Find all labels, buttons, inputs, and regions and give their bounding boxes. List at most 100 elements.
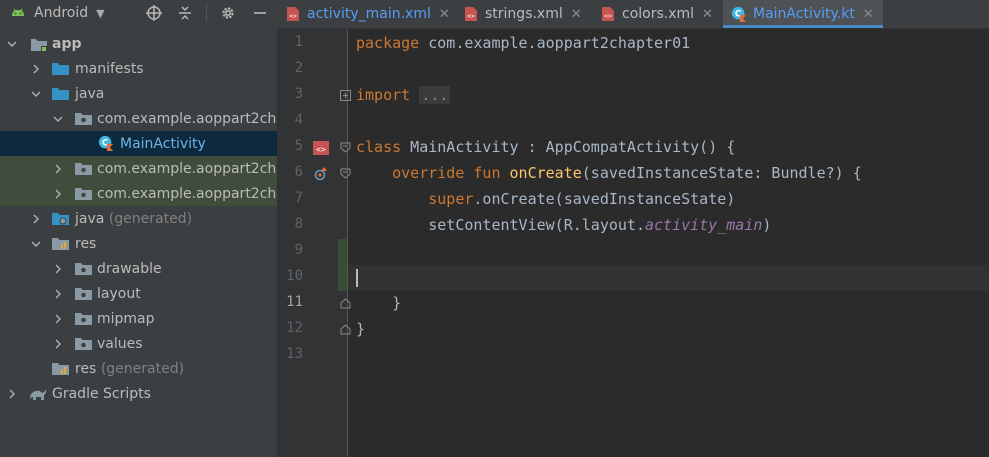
text-caret — [356, 269, 358, 287]
tree-item-label: com.example.aoppart2chap — [97, 110, 277, 127]
tree-item-values[interactable]: values — [0, 331, 277, 356]
fold-collapse-icon[interactable] — [340, 168, 351, 179]
chevron-down-icon[interactable] — [6, 38, 18, 50]
layout-file-link-icon[interactable]: <> — [312, 140, 330, 156]
tab-strings-xml[interactable]: <> strings.xml ✕ — [463, 0, 593, 28]
tree-item-label: mipmap — [97, 310, 155, 327]
code-line-6: class MainActivity : AppCompatActivity()… — [356, 138, 736, 156]
tree-item-label: res (generated) — [75, 360, 185, 377]
line-number: 4 — [294, 112, 303, 128]
tree-item-java[interactable]: java — [0, 81, 277, 106]
chevron-right-icon[interactable] — [52, 263, 64, 275]
line-number: 2 — [294, 60, 303, 76]
vcs-change-marker[interactable] — [338, 239, 347, 291]
tab-label: colors.xml — [622, 6, 695, 22]
collapse-all-icon[interactable] — [175, 3, 195, 23]
close-icon[interactable]: ✕ — [863, 7, 874, 22]
tree-item-label: java (generated) — [75, 210, 193, 227]
line-number: 6 — [294, 164, 303, 180]
tree-item-app[interactable]: app — [0, 31, 277, 56]
folder-icon — [75, 288, 92, 300]
locate-target-icon[interactable] — [144, 3, 164, 23]
chevron-down-icon[interactable] — [30, 88, 42, 100]
line-number: 3 — [294, 86, 303, 102]
line-number: 10 — [286, 268, 303, 284]
tree-item-res-generated[interactable]: res (generated) — [0, 356, 277, 381]
folder-icon — [75, 338, 92, 350]
svg-text:<>: <> — [316, 145, 326, 154]
kotlin-class-icon: C — [98, 135, 114, 151]
header-divider — [206, 4, 207, 22]
chevron-down-icon[interactable] — [52, 113, 64, 125]
line-number: 12 — [286, 320, 303, 336]
fold-collapse-icon[interactable] — [340, 142, 351, 153]
tree-item-manifests[interactable]: manifests — [0, 56, 277, 81]
folder-icon — [75, 313, 92, 325]
project-view-selector[interactable]: Android — [34, 5, 88, 21]
chevron-right-icon[interactable] — [6, 388, 18, 400]
resource-folder-icon — [52, 363, 69, 375]
tab-label: activity_main.xml — [307, 6, 431, 22]
code-line-9: setContentView(R.layout.activity_main) — [428, 216, 772, 234]
tree-item-label: com.example.aoppart2chap — [97, 160, 277, 177]
close-icon[interactable]: ✕ — [439, 7, 450, 22]
folded-imports[interactable]: ... — [419, 86, 451, 104]
gradle-icon — [30, 389, 47, 400]
chevron-right-icon[interactable] — [52, 338, 64, 350]
close-icon[interactable]: ✕ — [702, 7, 713, 22]
tree-item-label: manifests — [75, 60, 144, 77]
minimize-icon[interactable] — [250, 3, 270, 23]
tree-item-package-androidtest[interactable]: com.example.aoppart2chap — [0, 156, 277, 181]
tree-item-package[interactable]: com.example.aoppart2chap — [0, 106, 277, 131]
tab-label: MainActivity.kt — [753, 6, 855, 22]
fold-end-icon[interactable] — [340, 324, 351, 335]
svg-text:<>: <> — [467, 12, 475, 20]
tree-item-mipmap[interactable]: mipmap — [0, 306, 277, 331]
package-icon — [75, 188, 92, 200]
override-method-icon[interactable] — [313, 166, 329, 182]
tree-item-gradle-scripts[interactable]: Gradle Scripts — [0, 381, 277, 406]
tree-item-label: app — [52, 35, 82, 52]
editor-tab-bar: <> activity_main.xml ✕ <> strings.xml ✕ … — [277, 0, 989, 29]
fold-end-icon[interactable] — [340, 298, 351, 309]
tree-item-drawable[interactable]: drawable — [0, 256, 277, 281]
chevron-right-icon[interactable] — [52, 313, 64, 325]
module-folder-icon — [31, 39, 47, 52]
tab-activity-main-xml[interactable]: <> activity_main.xml ✕ — [285, 0, 455, 28]
tree-item-label: res — [75, 235, 97, 252]
android-icon — [12, 8, 24, 16]
tree-item-mainactivity[interactable]: C MainActivity — [0, 131, 277, 156]
tree-item-label: Gradle Scripts — [52, 385, 151, 402]
chevron-right-icon[interactable] — [52, 163, 64, 175]
resource-folder-icon — [52, 238, 69, 250]
tab-mainactivity-kt[interactable]: C MainActivity.kt ✕ — [723, 0, 883, 28]
tree-item-label: values — [97, 335, 143, 352]
tree-item-layout[interactable]: layout — [0, 281, 277, 306]
tab-colors-xml[interactable]: <> colors.xml ✕ — [600, 0, 720, 28]
line-number: 7 — [294, 190, 303, 206]
tree-item-java-generated[interactable]: java (generated) — [0, 206, 277, 231]
package-icon — [75, 163, 92, 175]
chevron-right-icon[interactable] — [52, 288, 64, 300]
chevron-right-icon[interactable] — [30, 213, 42, 225]
tree-item-label: layout — [97, 285, 141, 302]
svg-text:<>: <> — [289, 12, 297, 20]
code-line-13: } — [356, 320, 366, 338]
close-icon[interactable]: ✕ — [571, 7, 582, 22]
tree-item-label: java — [75, 85, 105, 102]
line-number: 8 — [294, 216, 303, 232]
folder-icon — [52, 63, 69, 75]
chevron-right-icon[interactable] — [30, 63, 42, 75]
code-line-3: import ... — [356, 86, 451, 104]
tree-item-res[interactable]: res — [0, 231, 277, 256]
code-line-8: super.onCreate(savedInstanceState) — [428, 190, 736, 208]
gear-icon[interactable] — [218, 3, 238, 23]
chevron-down-icon[interactable]: ▼ — [96, 7, 104, 20]
tab-label: strings.xml — [485, 6, 563, 22]
line-number-current: 11 — [286, 294, 303, 310]
chevron-right-icon[interactable] — [52, 188, 64, 200]
tree-item-package-test[interactable]: com.example.aoppart2chap — [0, 181, 277, 206]
fold-expand-icon[interactable] — [340, 90, 351, 101]
folder-icon — [75, 263, 92, 275]
chevron-down-icon[interactable] — [30, 238, 42, 250]
